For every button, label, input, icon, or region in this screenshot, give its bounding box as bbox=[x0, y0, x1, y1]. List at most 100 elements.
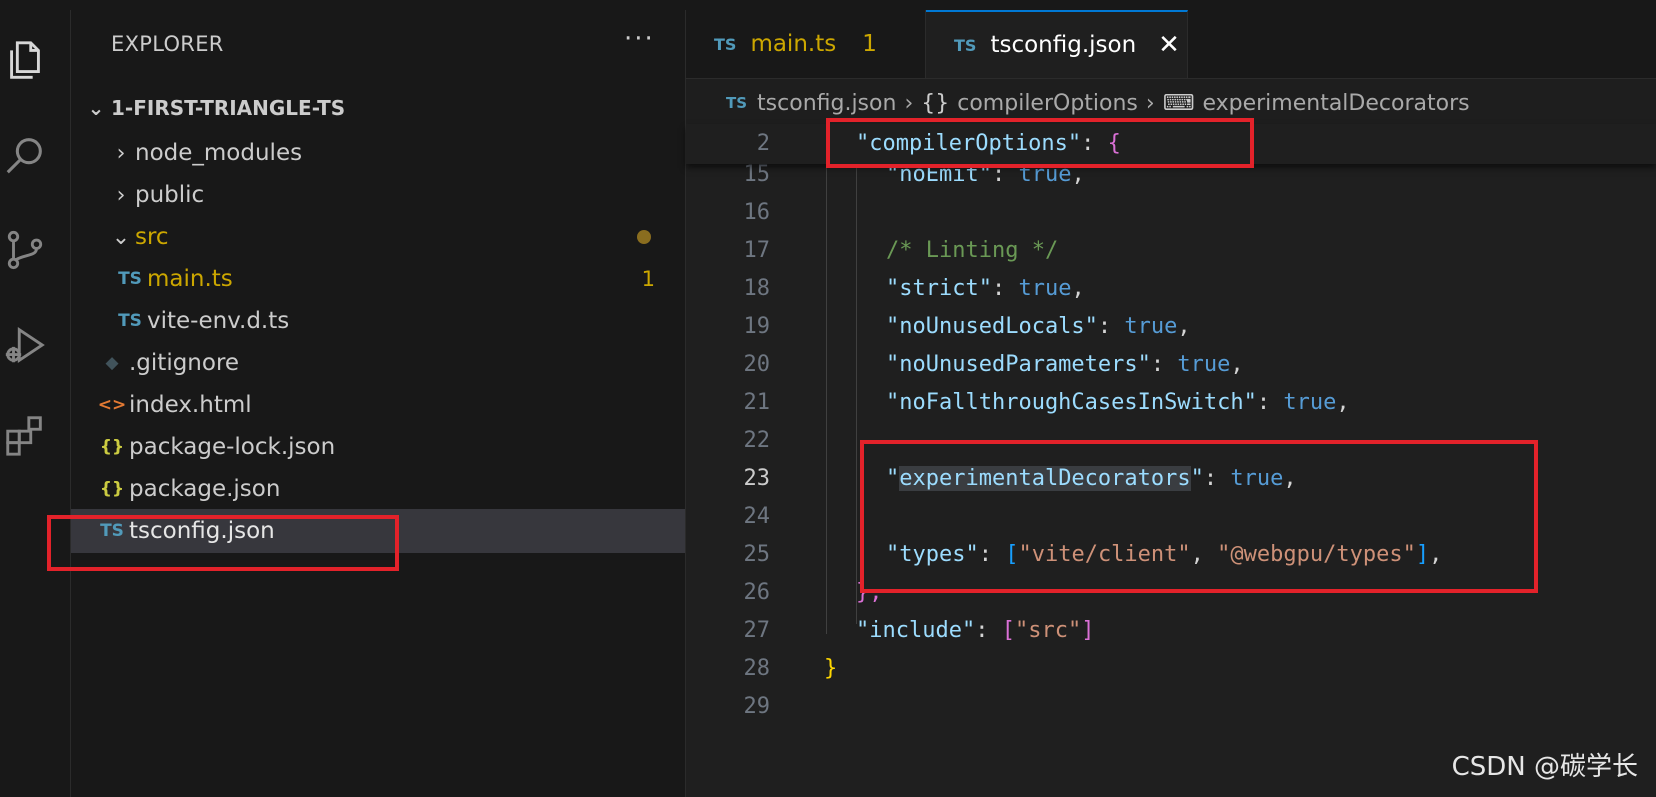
line-number: 17 bbox=[743, 238, 771, 263]
line-number: 29 bbox=[743, 694, 771, 719]
explorer-title: EXPLORER bbox=[111, 32, 224, 56]
json-value: true bbox=[1177, 352, 1231, 377]
explorer-sidebar: EXPLORER ··· ⌄ 1-FIRST-TRIANGLE-TS › nod… bbox=[71, 10, 686, 797]
code-line[interactable]: 16 bbox=[686, 194, 1656, 232]
code-line[interactable]: 20 "noUnusedParameters": true, bbox=[686, 346, 1656, 384]
line-number: 2 bbox=[756, 131, 770, 156]
closing-brace: } bbox=[824, 656, 838, 681]
tree-item-public[interactable]: › public bbox=[71, 173, 685, 217]
tab-tsconfig[interactable]: TS tsconfig.json ✕ bbox=[926, 10, 1188, 78]
tab-label: tsconfig.json bbox=[990, 32, 1137, 58]
line-number: 19 bbox=[743, 314, 771, 339]
chevron-down-icon: ⌄ bbox=[87, 96, 105, 120]
tree-item-package-lock[interactable]: {} package-lock.json bbox=[71, 425, 685, 469]
code-line[interactable]: 28 } bbox=[686, 650, 1656, 688]
highlight-box-compiler-options bbox=[826, 118, 1254, 168]
tree-item-label: main.ts bbox=[147, 266, 233, 292]
tree-item-label: package.json bbox=[129, 476, 281, 502]
line-number: 23 bbox=[743, 466, 771, 491]
json-key: "include" bbox=[856, 618, 976, 643]
typescript-file-icon: TS bbox=[118, 269, 142, 289]
code-line[interactable]: 19 "noUnusedLocals": true, bbox=[686, 308, 1656, 346]
chevron-right-icon: › bbox=[1145, 90, 1155, 116]
code-line[interactable]: 29 bbox=[686, 688, 1656, 726]
tree-item-label: vite-env.d.ts bbox=[147, 308, 290, 334]
tree-item-gitignore[interactable]: ◆ .gitignore bbox=[71, 341, 685, 385]
close-icon[interactable]: ✕ bbox=[1158, 30, 1180, 60]
line-number: 20 bbox=[743, 352, 771, 377]
tree-item-label: public bbox=[135, 182, 205, 208]
tree-item-index-html[interactable]: <> index.html bbox=[71, 383, 685, 427]
workspace-root[interactable]: ⌄ 1-FIRST-TRIANGLE-TS bbox=[81, 88, 346, 128]
highlight-box-sidebar bbox=[47, 515, 399, 571]
line-number: 21 bbox=[743, 390, 771, 415]
typescript-file-icon: TS bbox=[954, 35, 977, 55]
line-number: 26 bbox=[743, 580, 771, 605]
source-control-icon[interactable] bbox=[0, 220, 50, 280]
chevron-right-icon: › bbox=[116, 140, 126, 166]
run-debug-icon[interactable] bbox=[0, 315, 50, 375]
json-file-icon: {} bbox=[99, 479, 125, 499]
tab-label: main.ts bbox=[750, 31, 837, 57]
extensions-icon[interactable] bbox=[0, 405, 50, 465]
tab-bar: TS main.ts 1 TS tsconfig.json ✕ bbox=[686, 10, 1656, 79]
line-number: 25 bbox=[743, 542, 771, 567]
tree-item-main-ts[interactable]: TS main.ts 1 bbox=[71, 257, 685, 301]
line-number: 28 bbox=[743, 656, 771, 681]
line-number: 27 bbox=[743, 618, 771, 643]
line-number: 24 bbox=[743, 504, 771, 529]
tree-item-label: node_modules bbox=[135, 140, 303, 166]
code-line[interactable]: 27 "include": ["src"] bbox=[686, 612, 1656, 650]
problem-count-badge: 1 bbox=[641, 267, 655, 291]
explorer-files-icon[interactable] bbox=[0, 30, 50, 90]
highlight-box-added-options bbox=[860, 440, 1538, 593]
modified-dot-icon bbox=[637, 230, 651, 244]
line-number: 16 bbox=[743, 200, 771, 225]
tab-problem-badge: 1 bbox=[862, 31, 877, 57]
tree-item-label: package-lock.json bbox=[129, 434, 336, 460]
watermark: CSDN @碳学长 bbox=[1451, 752, 1638, 782]
chevron-right-icon: › bbox=[116, 182, 126, 208]
tree-item-src[interactable]: ⌄ src bbox=[71, 215, 685, 259]
more-actions-icon[interactable]: ··· bbox=[624, 24, 655, 54]
json-key: "strict" bbox=[886, 276, 992, 301]
tree-item-label: .gitignore bbox=[129, 350, 240, 376]
typescript-file-icon: TS bbox=[714, 34, 737, 54]
breadcrumb: TS tsconfig.json › {} compilerOptions › … bbox=[726, 86, 1470, 120]
git-file-icon: ◆ bbox=[105, 353, 119, 373]
json-key: "noUnusedLocals" bbox=[886, 314, 1098, 339]
title-strip bbox=[0, 0, 1656, 10]
breadcrumb-property[interactable]: experimentalDecorators bbox=[1202, 91, 1469, 116]
json-key: "noFallthroughCasesInSwitch" bbox=[886, 390, 1257, 415]
html-file-icon: <> bbox=[97, 395, 127, 415]
code-line[interactable]: 21 "noFallthroughCasesInSwitch": true, bbox=[686, 384, 1656, 422]
breadcrumb-file[interactable]: tsconfig.json bbox=[757, 91, 896, 116]
json-string: "src" bbox=[1014, 618, 1082, 643]
code-line[interactable]: 18 "strict": true, bbox=[686, 270, 1656, 308]
tree-item-label: src bbox=[135, 224, 169, 250]
json-value: true bbox=[1283, 390, 1337, 415]
json-value: true bbox=[1124, 314, 1178, 339]
activity-bar bbox=[0, 10, 71, 797]
typescript-file-icon: TS bbox=[118, 311, 142, 331]
code-comment: /* Linting */ bbox=[886, 238, 1059, 263]
object-icon: {} bbox=[921, 90, 950, 116]
workspace-root-label: 1-FIRST-TRIANGLE-TS bbox=[111, 96, 346, 120]
tree-item-package-json[interactable]: {} package.json bbox=[71, 467, 685, 511]
json-key: "noUnusedParameters" bbox=[886, 352, 1151, 377]
search-icon[interactable] bbox=[0, 125, 50, 185]
tree-item-label: index.html bbox=[129, 392, 252, 418]
property-icon: ⌨ bbox=[1162, 90, 1195, 116]
code-line[interactable]: 17 /* Linting */ bbox=[686, 232, 1656, 270]
typescript-file-icon: TS bbox=[726, 94, 748, 112]
chevron-right-icon: › bbox=[904, 90, 914, 116]
json-value: true bbox=[1018, 276, 1072, 301]
line-number: 22 bbox=[743, 428, 771, 453]
tree-item-node-modules[interactable]: › node_modules bbox=[71, 131, 685, 175]
json-file-icon: {} bbox=[99, 437, 125, 457]
breadcrumb-object[interactable]: compilerOptions bbox=[957, 91, 1138, 116]
tab-main-ts[interactable]: TS main.ts 1 bbox=[686, 10, 926, 78]
chevron-down-icon: ⌄ bbox=[111, 224, 131, 250]
line-number: 18 bbox=[743, 276, 771, 301]
tree-item-vite-env[interactable]: TS vite-env.d.ts bbox=[71, 299, 685, 343]
